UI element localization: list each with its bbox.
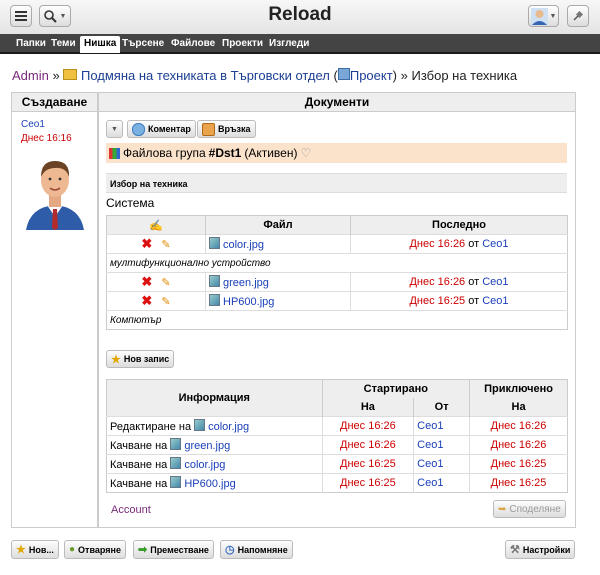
delete-icon[interactable]: ✖ bbox=[141, 293, 152, 308]
file-link[interactable]: HP600.jpg bbox=[223, 296, 274, 308]
tab-thread[interactable]: Нишка bbox=[80, 36, 121, 53]
breadcrumb-current: Избор на техника bbox=[411, 68, 518, 83]
table-row: Качване на color.jpg Днес 16:25 Ceo1 Дне… bbox=[106, 454, 568, 474]
chevron-down-icon: ▼ bbox=[549, 12, 557, 20]
breadcrumb: Admin » Подмяна на техниката в Търговски… bbox=[12, 68, 518, 83]
user-link[interactable]: Ceo1 bbox=[482, 238, 508, 250]
image-file-icon bbox=[170, 476, 182, 488]
comment-button[interactable]: Коментар bbox=[127, 120, 196, 138]
section-title: Избор на техника bbox=[106, 173, 567, 193]
image-file-icon bbox=[209, 237, 220, 249]
user-link[interactable]: Ceo1 bbox=[413, 435, 471, 455]
folder-icon bbox=[63, 69, 78, 80]
share-icon: ➥ bbox=[498, 503, 507, 515]
category-label: Система bbox=[106, 196, 155, 210]
last-column-header: Последно bbox=[350, 215, 568, 235]
clock-icon: ◷ bbox=[225, 544, 235, 556]
creator-user[interactable]: Ceo1 bbox=[21, 119, 97, 130]
link-icon bbox=[202, 122, 215, 136]
file-column-header: Файл bbox=[205, 215, 351, 235]
tab-projects[interactable]: Проекти bbox=[218, 36, 267, 51]
star-icon: ★ bbox=[111, 353, 121, 366]
table-row: ✖ ✎ green.jpg Днес 16:26 от Ceo1 bbox=[106, 272, 568, 292]
file-group-banner: Файлова група #Dst1 (Активен) ♡ bbox=[106, 143, 567, 163]
heart-icon[interactable]: ♡ bbox=[300, 146, 311, 160]
user-link[interactable]: Ceo1 bbox=[413, 416, 471, 436]
tab-views[interactable]: Изгледи bbox=[265, 36, 313, 51]
creation-heading: Създаване bbox=[12, 93, 97, 112]
chevron-down-icon: ▼ bbox=[111, 125, 118, 133]
image-file-icon bbox=[170, 457, 182, 469]
creation-time: Днес 16:16 bbox=[21, 133, 72, 144]
image-file-icon bbox=[209, 275, 220, 287]
avatar-icon bbox=[530, 7, 548, 25]
creation-panel: Създаване Ceo1 Днес 16:16 bbox=[11, 92, 98, 528]
pencil-icon[interactable]: ✎ bbox=[161, 296, 170, 308]
remind-button[interactable]: ◷ Напомняне bbox=[220, 540, 293, 559]
pencil-icon[interactable]: ✎ bbox=[161, 277, 170, 289]
file-link[interactable]: green.jpg bbox=[184, 440, 230, 452]
edit-column-header: ✍ bbox=[106, 215, 206, 235]
user-link[interactable]: Ceo1 bbox=[413, 473, 471, 493]
table-row: ✖ ✎ color.jpg Днес 16:26 от Ceo1 bbox=[106, 234, 568, 254]
file-link[interactable]: color.jpg bbox=[208, 421, 249, 433]
finished-column-header: Приключено bbox=[469, 379, 568, 398]
started-column-header: Стартирано bbox=[322, 379, 471, 398]
file-group-icon bbox=[109, 147, 120, 159]
user-link[interactable]: Ceo1 bbox=[482, 295, 508, 307]
arrow-right-icon: ➡ bbox=[138, 544, 148, 556]
share-button[interactable]: ➥ Споделяне bbox=[493, 500, 566, 518]
move-button[interactable]: ➡ Преместване bbox=[133, 540, 214, 559]
file-link[interactable]: color.jpg bbox=[223, 239, 264, 251]
pin-icon bbox=[573, 10, 584, 21]
delete-icon[interactable]: ✖ bbox=[141, 236, 152, 251]
table-row: ✖ ✎ HP600.jpg Днес 16:25 от Ceo1 bbox=[106, 291, 568, 311]
account-link[interactable]: Account bbox=[111, 504, 151, 516]
tab-files[interactable]: Файлове bbox=[167, 36, 219, 51]
pin-icon: ● bbox=[69, 544, 76, 555]
table-row: Редактиране на color.jpg Днес 16:26 Ceo1… bbox=[106, 416, 568, 436]
info-column-header: Информация bbox=[106, 379, 323, 417]
project-icon bbox=[337, 68, 350, 80]
table-row: Качване на HP600.jpg Днес 16:25 Ceo1 Дне… bbox=[106, 473, 568, 493]
tools-icon: ⚒ bbox=[510, 544, 520, 556]
files-table: ✍ Файл Последно ✖ ✎ color.jpg Днес 16:26… bbox=[106, 215, 568, 330]
star-icon: ★ bbox=[16, 544, 26, 556]
actions-dropdown[interactable]: ▼ bbox=[106, 120, 123, 138]
new-entry-button[interactable]: ★ Нов запис bbox=[106, 350, 175, 368]
new-button[interactable]: ★ Нов... bbox=[11, 540, 59, 559]
documents-heading: Документи bbox=[99, 93, 575, 112]
tab-folders[interactable]: Папки bbox=[12, 36, 50, 51]
link-button[interactable]: Връзка bbox=[197, 120, 256, 138]
comment-icon bbox=[132, 122, 145, 136]
settings-button[interactable]: ⚒ Настройки bbox=[505, 540, 576, 559]
user-link[interactable]: Ceo1 bbox=[482, 276, 508, 288]
tab-search[interactable]: Търсене bbox=[118, 36, 168, 51]
open-button[interactable]: ● Отваряне bbox=[64, 540, 126, 559]
breadcrumb-thread[interactable]: Подмяна на техниката в Търговски отдел bbox=[81, 68, 330, 83]
file-link[interactable]: color.jpg bbox=[184, 459, 225, 471]
file-link[interactable]: HP600.jpg bbox=[184, 478, 235, 490]
file-link[interactable]: green.jpg bbox=[223, 277, 269, 289]
group-row: Компютър bbox=[106, 310, 568, 330]
info-table: Информация Стартирано Приключено На От Н… bbox=[106, 379, 568, 493]
tab-topics[interactable]: Теми bbox=[47, 36, 80, 51]
page-title: Reload bbox=[268, 4, 332, 25]
pin-button[interactable] bbox=[567, 5, 589, 27]
delete-icon[interactable]: ✖ bbox=[141, 274, 152, 289]
breadcrumb-project[interactable]: Проект bbox=[350, 68, 393, 83]
file-group-name[interactable]: #Dst1 bbox=[209, 146, 242, 160]
pencil-icon[interactable]: ✎ bbox=[161, 239, 170, 251]
image-file-icon bbox=[209, 294, 220, 306]
user-link[interactable]: Ceo1 bbox=[413, 454, 471, 474]
image-file-icon bbox=[170, 438, 182, 450]
sign-icon: ✍ bbox=[149, 219, 163, 232]
group-row: мултифункционално устройство bbox=[106, 253, 568, 273]
avatar bbox=[20, 153, 90, 230]
breadcrumb-admin[interactable]: Admin bbox=[12, 68, 49, 83]
table-row: Качване на green.jpg Днес 16:26 Ceo1 Дне… bbox=[106, 435, 568, 455]
image-file-icon bbox=[194, 419, 206, 431]
user-menu-button[interactable]: ▼ bbox=[528, 5, 559, 27]
